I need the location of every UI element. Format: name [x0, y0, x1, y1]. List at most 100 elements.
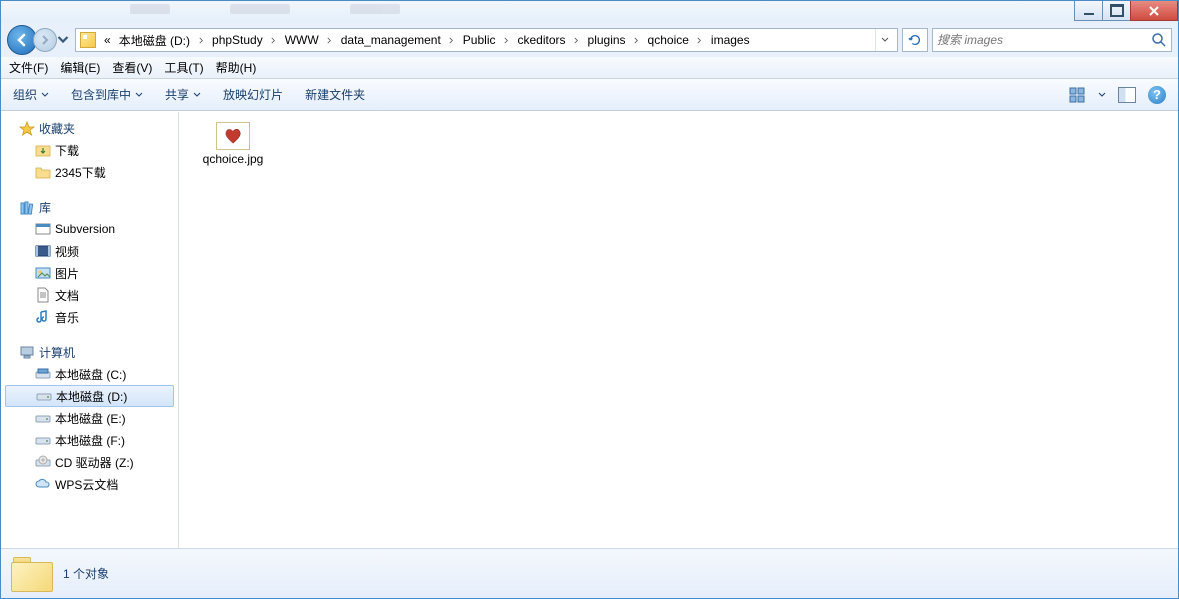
new-folder-button[interactable]: 新建文件夹 [305, 86, 365, 103]
breadcrumb-sep[interactable] [499, 29, 513, 51]
forward-arrow-icon [39, 34, 51, 46]
music-icon [35, 309, 51, 325]
search-input[interactable] [937, 33, 1151, 47]
drive-icon [35, 432, 51, 448]
favorites-label: 收藏夹 [39, 120, 75, 137]
breadcrumb-sep[interactable] [323, 29, 337, 51]
address-row: « 本地磁盘 (D:) phpStudy WWW data_management… [1, 23, 1178, 57]
sidebar-item-2345-downloads[interactable]: 2345下载 [1, 161, 178, 183]
breadcrumb-item[interactable]: data_management [337, 29, 445, 51]
address-dropdown[interactable] [875, 29, 893, 51]
breadcrumb-sep[interactable] [630, 29, 644, 51]
drive-icon [35, 366, 51, 382]
video-icon [35, 243, 51, 259]
breadcrumb-item[interactable]: images [707, 29, 754, 51]
include-label: 包含到库中 [71, 86, 131, 103]
breadcrumb-item[interactable]: phpStudy [208, 29, 267, 51]
computer-group: 计算机 本地磁盘 (C:) 本地磁盘 (D:) 本地磁盘 (E:) 本地磁盘 (… [1, 342, 178, 495]
breadcrumb-item[interactable]: qchoice [644, 29, 693, 51]
navigation-pane[interactable]: 收藏夹 下载 2345下载 库 Subversion [1, 112, 179, 548]
tree-item-label: 本地磁盘 (C:) [55, 366, 126, 383]
menu-file[interactable]: 文件(F) [9, 59, 48, 76]
tree-item-label: CD 驱动器 (Z:) [55, 454, 134, 471]
chevron-down-icon [193, 88, 201, 102]
preview-pane-button[interactable] [1116, 84, 1138, 106]
command-bar: 组织 包含到库中 共享 放映幻灯片 新建文件夹 ? [1, 79, 1178, 111]
refresh-icon [908, 33, 922, 47]
tree-item-label: 图片 [55, 265, 79, 282]
computer-header[interactable]: 计算机 [1, 342, 178, 363]
refresh-button[interactable] [902, 28, 928, 52]
search-icon[interactable] [1151, 32, 1167, 48]
sidebar-item-cd-drive[interactable]: CD 驱动器 (Z:) [1, 451, 178, 473]
sidebar-item-pictures[interactable]: 图片 [1, 262, 178, 284]
svn-icon [35, 221, 51, 237]
sidebar-item-drive-f[interactable]: 本地磁盘 (F:) [1, 429, 178, 451]
sidebar-item-documents[interactable]: 文档 [1, 284, 178, 306]
sidebar-item-downloads[interactable]: 下载 [1, 139, 178, 161]
breadcrumb-sep[interactable] [267, 29, 281, 51]
folder-icon [35, 164, 51, 180]
organize-label: 组织 [13, 86, 37, 103]
favorites-group: 收藏夹 下载 2345下载 [1, 118, 178, 183]
address-bar[interactable]: « 本地磁盘 (D:) phpStudy WWW data_management… [75, 28, 898, 52]
sidebar-item-subversion[interactable]: Subversion [1, 218, 178, 240]
maximize-button[interactable] [1102, 1, 1131, 21]
share-label: 共享 [165, 86, 189, 103]
share-button[interactable]: 共享 [165, 86, 201, 103]
breadcrumb-prefix: « [100, 29, 115, 51]
tree-item-label: 音乐 [55, 309, 79, 326]
organize-button[interactable]: 组织 [13, 86, 49, 103]
slideshow-button[interactable]: 放映幻灯片 [223, 86, 283, 103]
change-view-button[interactable] [1066, 84, 1088, 106]
include-in-library-button[interactable]: 包含到库中 [71, 86, 143, 103]
breadcrumb-sep[interactable] [194, 29, 208, 51]
pictures-icon [35, 265, 51, 281]
file-item[interactable]: qchoice.jpg [193, 122, 273, 166]
library-icon [19, 200, 35, 216]
breadcrumb-item[interactable]: plugins [584, 29, 630, 51]
details-folder-icon [11, 553, 53, 595]
menu-help[interactable]: 帮助(H) [216, 59, 257, 76]
sidebar-item-videos[interactable]: 视频 [1, 240, 178, 262]
forward-button[interactable] [33, 28, 57, 52]
menu-edit[interactable]: 编辑(E) [60, 59, 100, 76]
view-dropdown[interactable] [1098, 88, 1106, 102]
help-button[interactable]: ? [1148, 86, 1166, 104]
nav-buttons [7, 25, 71, 55]
minimize-button[interactable] [1074, 1, 1103, 21]
breadcrumb-item[interactable]: 本地磁盘 (D:) [115, 29, 194, 51]
caption-buttons [1075, 1, 1178, 21]
close-button[interactable] [1130, 1, 1178, 21]
preview-pane-icon [1118, 87, 1136, 103]
nav-history-dropdown[interactable] [57, 34, 69, 46]
menu-view[interactable]: 查看(V) [112, 59, 152, 76]
favorites-header[interactable]: 收藏夹 [1, 118, 178, 139]
breadcrumb-sep[interactable] [445, 29, 459, 51]
file-name-label: qchoice.jpg [203, 152, 264, 166]
file-list-pane[interactable]: qchoice.jpg [179, 112, 1178, 548]
back-arrow-icon [14, 32, 30, 48]
star-icon [19, 121, 35, 137]
breadcrumb-sep[interactable] [570, 29, 584, 51]
sidebar-item-music[interactable]: 音乐 [1, 306, 178, 328]
sidebar-item-drive-d[interactable]: 本地磁盘 (D:) [5, 385, 174, 407]
menu-tools[interactable]: 工具(T) [164, 59, 203, 76]
breadcrumb-sep[interactable] [693, 29, 707, 51]
heart-icon [224, 128, 242, 144]
thumbnails-icon [1069, 87, 1085, 103]
breadcrumb-item[interactable]: WWW [281, 29, 323, 51]
breadcrumb-item[interactable]: ckeditors [513, 29, 569, 51]
sidebar-item-wps-cloud[interactable]: WPS云文档 [1, 473, 178, 495]
search-box[interactable] [932, 28, 1172, 52]
sidebar-item-drive-e[interactable]: 本地磁盘 (E:) [1, 407, 178, 429]
libraries-header[interactable]: 库 [1, 197, 178, 218]
title-bar [1, 1, 1178, 23]
sidebar-item-drive-c[interactable]: 本地磁盘 (C:) [1, 363, 178, 385]
item-count-label: 1 个对象 [63, 565, 109, 582]
close-icon [1148, 5, 1160, 17]
tree-item-label: 文档 [55, 287, 79, 304]
documents-icon [35, 287, 51, 303]
breadcrumb-item[interactable]: Public [459, 29, 500, 51]
download-folder-icon [35, 142, 51, 158]
